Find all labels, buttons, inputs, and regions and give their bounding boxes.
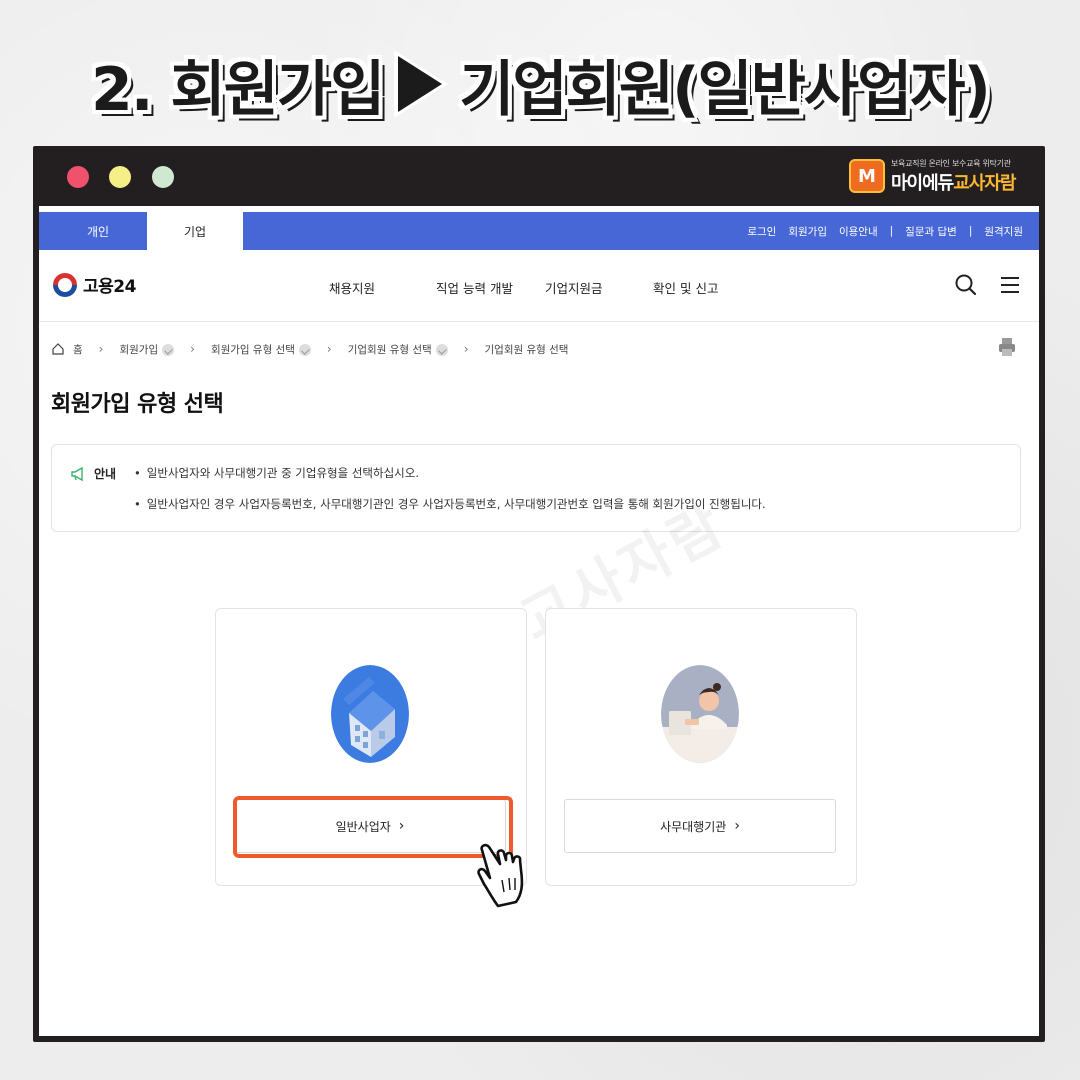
top-utility-bar: 개인 기업 로그인 회원가입 이용안내 | 질문과 답변 | 원격지원: [39, 212, 1039, 250]
chevron-right-icon: ›: [398, 818, 405, 834]
taegeuk-icon: [53, 272, 77, 297]
agency-button[interactable]: 사무대행기관 ›: [564, 799, 836, 853]
office-worker-illustration: [661, 665, 739, 763]
breadcrumb-separator: ›: [463, 342, 469, 356]
browser-titlebar: M 보육교직원 온라인 보수교육 위탁기관 마이에듀교사자람: [33, 146, 1045, 206]
notice-box: 안내 일반사업자와 사무대행기관 중 기업유형을 선택하십시오. 일반사업자인 …: [51, 444, 1021, 532]
chevron-down-icon: [435, 343, 448, 356]
chevron-down-icon: [162, 343, 175, 356]
breadcrumb-home[interactable]: 홈: [73, 342, 83, 357]
building-illustration: [331, 665, 409, 763]
close-window-dot[interactable]: [67, 166, 89, 188]
brand-name: 마이에듀교사자람: [891, 172, 1017, 194]
signup-link[interactable]: 회원가입: [788, 224, 827, 239]
web-page: 개인 기업 로그인 회원가입 이용안내 | 질문과 답변 | 원격지원 고용24…: [39, 206, 1039, 1036]
breadcrumb-item[interactable]: 기업회원 유형 선택: [348, 342, 448, 357]
breadcrumb-separator: ›: [190, 342, 195, 356]
tab-personal[interactable]: 개인: [49, 212, 147, 250]
minimize-window-dot[interactable]: [109, 166, 131, 188]
link-separator: |: [889, 225, 894, 237]
nav-item-training[interactable]: 직업 능력 개발: [436, 278, 513, 297]
breadcrumb-separator: ›: [326, 342, 332, 356]
general-business-label: 일반사업자: [335, 819, 391, 834]
tab-business[interactable]: 기업: [147, 212, 243, 250]
nav-item-report[interactable]: 확인 및 신고: [653, 278, 718, 297]
headline: 2. 회원가입 기업회원(일반사업자): [0, 38, 1080, 130]
headline-target: 기업회원(일반사업자): [459, 54, 991, 125]
search-icon[interactable]: [953, 272, 979, 298]
guide-link[interactable]: 이용안내: [839, 224, 878, 239]
chevron-down-icon: [298, 343, 311, 356]
qna-link[interactable]: 질문과 답변: [905, 224, 957, 239]
chevron-right-icon: ›: [734, 818, 740, 834]
agency-label: 사무대행기관: [660, 819, 727, 834]
breadcrumb-item[interactable]: 회원가입 유형 선택: [211, 342, 311, 357]
brand-mark-icon: M: [849, 159, 885, 193]
nav-item-recruit[interactable]: 채용지원: [329, 278, 375, 297]
maximize-window-dot[interactable]: [152, 166, 174, 188]
remote-support-link[interactable]: 원격지원: [984, 224, 1023, 239]
breadcrumb: 홈 › 회원가입 › 회원가입 유형 선택 › 기업회원 유형 선택 › 기업회…: [51, 340, 568, 358]
general-business-button[interactable]: 일반사업자 ›: [234, 799, 506, 853]
breadcrumb-item[interactable]: 회원가입: [119, 342, 175, 357]
site-name: 고용24: [83, 277, 136, 297]
breadcrumb-separator: ›: [98, 342, 104, 356]
utility-links: 로그인 회원가입 이용안내 | 질문과 답변 | 원격지원: [747, 212, 1023, 250]
notice-line: 일반사업자와 사무대행기관 중 기업유형을 선택하십시오.: [134, 465, 419, 481]
play-arrow-icon: [391, 50, 451, 118]
headline-step: 2. 회원가입: [91, 54, 385, 125]
notice-line: 일반사업자인 경우 사업자등록번호, 사무대행기관인 경우 사업자등록번호, 사…: [134, 496, 766, 512]
link-separator: |: [968, 225, 973, 237]
login-link[interactable]: 로그인: [747, 224, 776, 239]
home-icon[interactable]: [51, 342, 65, 356]
browser-frame: M 보육교직원 온라인 보수교육 위탁기관 마이에듀교사자람 개인 기업 로그인…: [33, 146, 1045, 1042]
megaphone-icon: [71, 466, 83, 481]
main-nav: 고용24 채용지원 직업 능력 개발 기업지원금 확인 및 신고: [39, 250, 1039, 322]
notice-label: 안내: [94, 467, 117, 481]
page-title: 회원가입 유형 선택: [51, 392, 224, 417]
nav-item-subsidy[interactable]: 기업지원금: [545, 278, 603, 297]
hamburger-menu-icon[interactable]: [997, 272, 1023, 298]
card-agency: 사무대행기관 ›: [545, 608, 857, 886]
breadcrumb-current: 기업회원 유형 선택: [484, 343, 569, 356]
pointing-hand-icon: [477, 843, 524, 908]
brand-logo: M 보육교직원 온라인 보수교육 위탁기관 마이에듀교사자람: [849, 154, 1025, 198]
brand-subtitle: 보육교직원 온라인 보수교육 위탁기관: [891, 158, 1011, 168]
print-icon[interactable]: [997, 336, 1017, 358]
site-logo[interactable]: 고용24: [53, 272, 136, 297]
